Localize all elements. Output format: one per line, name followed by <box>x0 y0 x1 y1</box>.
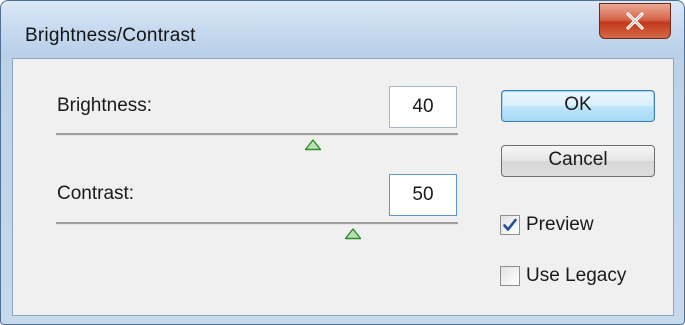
dialog-body: Brightness: Contrast: OK Cancel Preview <box>12 58 674 316</box>
window-title: Brightness/Contrast <box>25 25 196 46</box>
preview-checkbox-row[interactable]: Preview <box>500 214 594 236</box>
preview-checkbox[interactable] <box>500 215 520 235</box>
preview-label: Preview <box>526 214 594 235</box>
contrast-slider-thumb[interactable] <box>344 228 362 240</box>
brightness-slider-track[interactable] <box>56 133 458 136</box>
contrast-label: Contrast: <box>57 183 135 204</box>
checkmark-icon <box>503 218 517 231</box>
ok-button[interactable]: OK <box>501 90 655 122</box>
use-legacy-label: Use Legacy <box>526 265 627 286</box>
brightness-label: Brightness: <box>57 95 153 116</box>
title-bar[interactable]: Brightness/Contrast <box>1 1 684 59</box>
contrast-input[interactable] <box>389 174 457 216</box>
use-legacy-checkbox[interactable] <box>500 266 520 286</box>
cancel-button[interactable]: Cancel <box>501 145 655 177</box>
dialog-window: Brightness/Contrast Brightness: Contrast… <box>0 0 685 325</box>
use-legacy-checkbox-row[interactable]: Use Legacy <box>500 265 626 287</box>
brightness-slider-thumb[interactable] <box>304 139 322 151</box>
close-icon <box>626 12 644 30</box>
brightness-input[interactable] <box>389 86 457 128</box>
contrast-slider-track[interactable] <box>56 222 458 225</box>
close-button[interactable] <box>599 3 671 39</box>
